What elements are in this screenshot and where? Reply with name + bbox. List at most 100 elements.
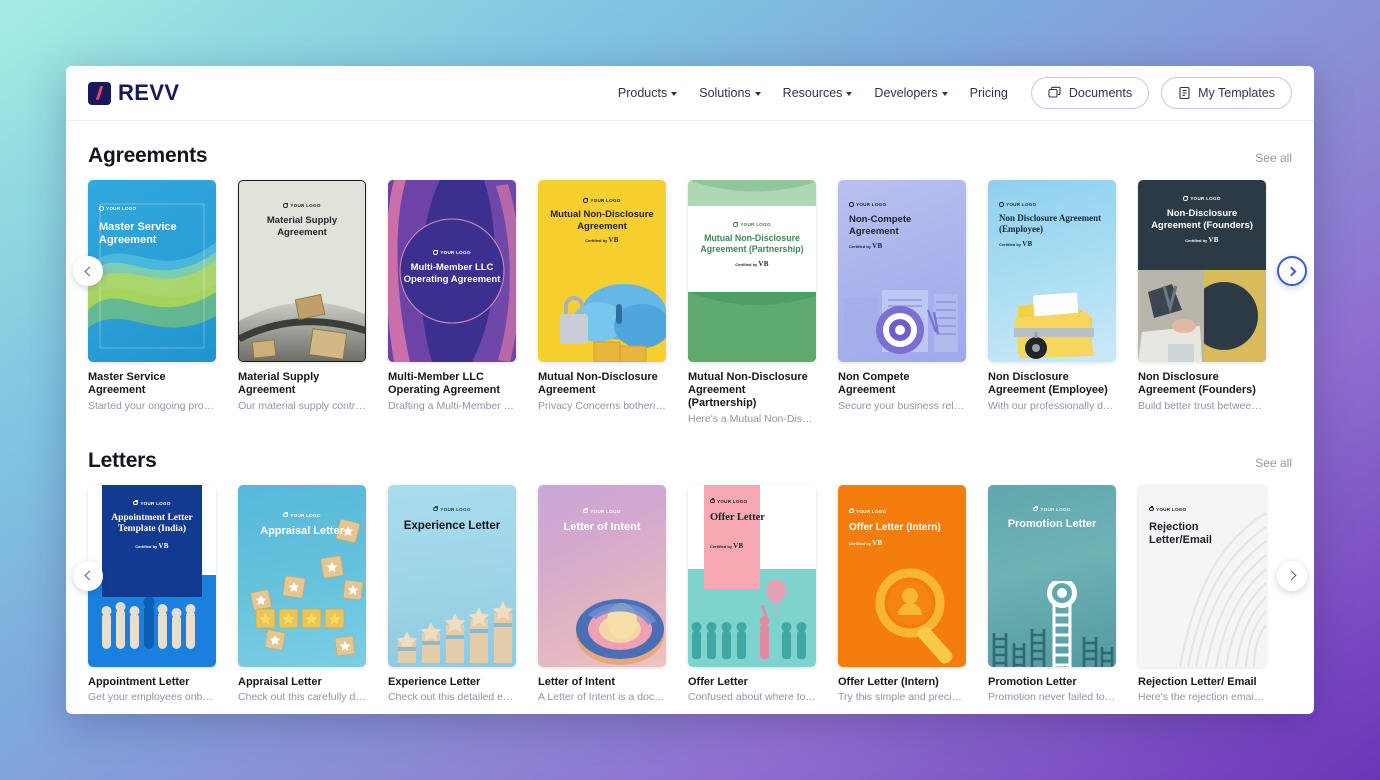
template-card[interactable]: YOUR LOGO Promotion Letter Promotion Let… — [988, 484, 1116, 705]
card-thumbnail: YOUR LOGO Material Supply Agreement — [238, 180, 366, 362]
carousel-letters: YOUR LOGO Appointment Letter Template (I… — [73, 484, 1307, 705]
template-gallery: Agreements See all YOUR LOGO Master Serv… — [66, 121, 1314, 704]
your-logo-placeholder: YOUR LOGO — [88, 205, 216, 211]
card-title: Offer Letter — [688, 675, 748, 688]
section-title-letters: Letters — [88, 448, 157, 472]
thumb-title: Appointment Letter Template (India) — [111, 512, 193, 535]
documents-button[interactable]: Documents — [1030, 77, 1150, 109]
nav-label: Pricing — [969, 86, 1008, 100]
card-thumbnail: YOUR LOGO Multi-Member LLC Operating Agr… — [388, 180, 516, 362]
certified-by-badge: Certified by VB — [710, 541, 744, 550]
thumb-title: Mutual Non-Disclosure Agreement — [550, 209, 654, 232]
certified-by-badge: Certified by VB — [1185, 236, 1219, 244]
card-list-letters: YOUR LOGO Appointment Letter Template (I… — [88, 484, 1292, 705]
template-card[interactable]: YOUR LOGO Offer Letter (Intern) Certifie… — [838, 484, 966, 705]
card-thumbnail: YOUR LOGO Master Service Agreement — [88, 180, 216, 362]
card-description: Promotion never failed to m... — [988, 691, 1116, 704]
nav-item-resources[interactable]: Resources — [772, 80, 864, 106]
see-all-letters[interactable]: See all — [1255, 456, 1292, 473]
card-title: Non Compete Agreement — [838, 371, 910, 396]
documents-icon — [1048, 86, 1062, 100]
carousel-agreements: YOUR LOGO Master Service Agreement Maste… — [73, 180, 1307, 426]
card-description: Here's the rejection email te... — [1138, 691, 1266, 704]
template-card[interactable]: YOUR LOGO Rejection Letter/Email Rejecti… — [1138, 484, 1266, 705]
card-description: Confused about where to fi... — [688, 691, 816, 704]
template-icon — [1178, 86, 1191, 100]
nav-item-solutions[interactable]: Solutions — [688, 80, 771, 106]
card-description: Check out this carefully draf... — [238, 691, 366, 704]
your-logo-placeholder: YOUR LOGO — [388, 249, 516, 255]
nav-label: Resources — [782, 86, 843, 100]
card-thumbnail: YOUR LOGO Appointment Letter Template (I… — [88, 484, 216, 667]
carousel-next-agreements[interactable] — [1277, 256, 1307, 286]
section-header-letters: Letters See all — [88, 426, 1292, 485]
thumb-title: Offer Letter (Intern) — [849, 521, 941, 533]
card-title: Letter of Intent — [538, 675, 615, 688]
nav-label: Products — [617, 86, 668, 100]
site-header: REVV Products Solutions Resources Develo… — [66, 66, 1314, 121]
nav-item-pricing[interactable]: Pricing — [959, 80, 1019, 106]
thumb-title: Non-Compete Agreement — [849, 214, 912, 237]
thumb-title: Material Supply Agreement — [266, 215, 338, 238]
card-description: Secure your business relati... — [838, 399, 966, 412]
card-description: A Letter of Intent is a docu... — [538, 691, 666, 704]
card-description: Build better trust between f... — [1138, 399, 1266, 412]
card-description: Here's a Mutual Non-Disclo... — [688, 412, 816, 425]
documents-label: Documents — [1068, 86, 1133, 100]
card-thumbnail: YOUR LOGO Rejection Letter/Email — [1138, 484, 1266, 667]
nav-item-developers[interactable]: Developers — [863, 80, 958, 106]
card-thumbnail: YOUR LOGO Mutual Non-Disclosure Agreemen… — [688, 180, 816, 362]
certified-by-badge: Certified by VB — [849, 538, 883, 547]
template-card[interactable]: YOUR LOGO Letter of Intent Letter of Int… — [538, 484, 666, 705]
card-thumbnail: YOUR LOGO Letter of Intent — [538, 484, 666, 667]
page-title: Agreements — [88, 144, 208, 167]
my-templates-button[interactable]: My Templates — [1161, 77, 1292, 109]
template-card[interactable]: YOUR LOGO Master Service Agreement Maste… — [88, 180, 216, 426]
card-title: Mutual Non-Disclosure Agreement (Partner… — [688, 371, 808, 409]
your-logo-placeholder: YOUR LOGO — [239, 202, 365, 208]
template-card[interactable]: YOUR LOGO Multi-Member LLC Operating Agr… — [388, 180, 516, 426]
card-title: Offer Letter (Intern) — [838, 675, 939, 688]
template-card[interactable]: YOUR LOGO Experience Letter Experience L… — [388, 484, 516, 705]
card-description: Check out this detailed exp... — [388, 691, 516, 704]
certified-by-badge: Certified by VB — [135, 541, 169, 550]
template-card[interactable]: YOUR LOGO Appraisal Letter Appraisal Let… — [238, 484, 366, 705]
nav-item-products[interactable]: Products — [607, 80, 688, 106]
your-logo-placeholder: YOUR LOGO — [388, 506, 516, 512]
thumb-title: Rejection Letter/Email — [1149, 520, 1212, 546]
template-card[interactable]: YOUR LOGO Mutual Non-Disclosure Agreemen… — [538, 180, 666, 426]
thumb-title: Appraisal Letter — [260, 524, 344, 537]
brand-logo[interactable]: REVV — [88, 80, 180, 106]
card-title: Material Supply Agreement — [238, 371, 320, 396]
template-card[interactable]: YOUR LOGO Material Supply Agreement Mate… — [238, 180, 366, 426]
thumb-title: Offer Letter — [710, 511, 765, 523]
template-card[interactable]: YOUR LOGO Non-Disclosure Agreement (Foun… — [1138, 180, 1266, 426]
chevron-right-icon — [1286, 266, 1296, 276]
template-card[interactable]: YOUR LOGO Offer Letter Certified by VB O… — [688, 484, 816, 705]
chevron-down-icon — [671, 92, 678, 96]
chevron-down-icon — [846, 92, 853, 96]
card-title: Appointment Letter — [88, 675, 190, 688]
your-logo-placeholder: YOUR LOGO — [688, 221, 816, 227]
app-window: REVV Products Solutions Resources Develo… — [66, 66, 1314, 714]
carousel-next-letters[interactable] — [1277, 560, 1307, 591]
carousel-prev-agreements[interactable] — [73, 256, 103, 286]
card-thumbnail: YOUR LOGO Mutual Non-Disclosure Agreemen… — [538, 180, 666, 362]
see-all-agreements[interactable]: See all — [1255, 151, 1292, 168]
card-description: Started your ongoing projec... — [88, 399, 216, 412]
thumb-title: Experience Letter — [403, 519, 501, 532]
my-templates-label: My Templates — [1198, 86, 1275, 100]
thumb-title: Mutual Non-Disclosure Agreement (Partner… — [700, 233, 804, 254]
brand-name: REVV — [118, 80, 180, 105]
template-card[interactable]: YOUR LOGO Non Disclosure Agreement (Empl… — [988, 180, 1116, 426]
card-title: Non Disclosure Agreement (Employee) — [988, 371, 1108, 396]
nav-label: Solutions — [699, 86, 751, 100]
template-card[interactable]: YOUR LOGO Mutual Non-Disclosure Agreemen… — [688, 180, 816, 426]
template-card[interactable]: YOUR LOGO Non-Compete Agreement Certifie… — [838, 180, 966, 426]
card-description: With our professionally des... — [988, 399, 1116, 412]
carousel-prev-letters[interactable] — [73, 560, 103, 591]
card-thumbnail: YOUR LOGO Non-Compete Agreement Certifie… — [838, 180, 966, 362]
thumb-title: Non Disclosure Agreement (Employee) — [999, 213, 1102, 234]
template-card[interactable]: YOUR LOGO Appointment Letter Template (I… — [88, 484, 216, 705]
card-description: Our material supply contrac... — [238, 399, 366, 412]
